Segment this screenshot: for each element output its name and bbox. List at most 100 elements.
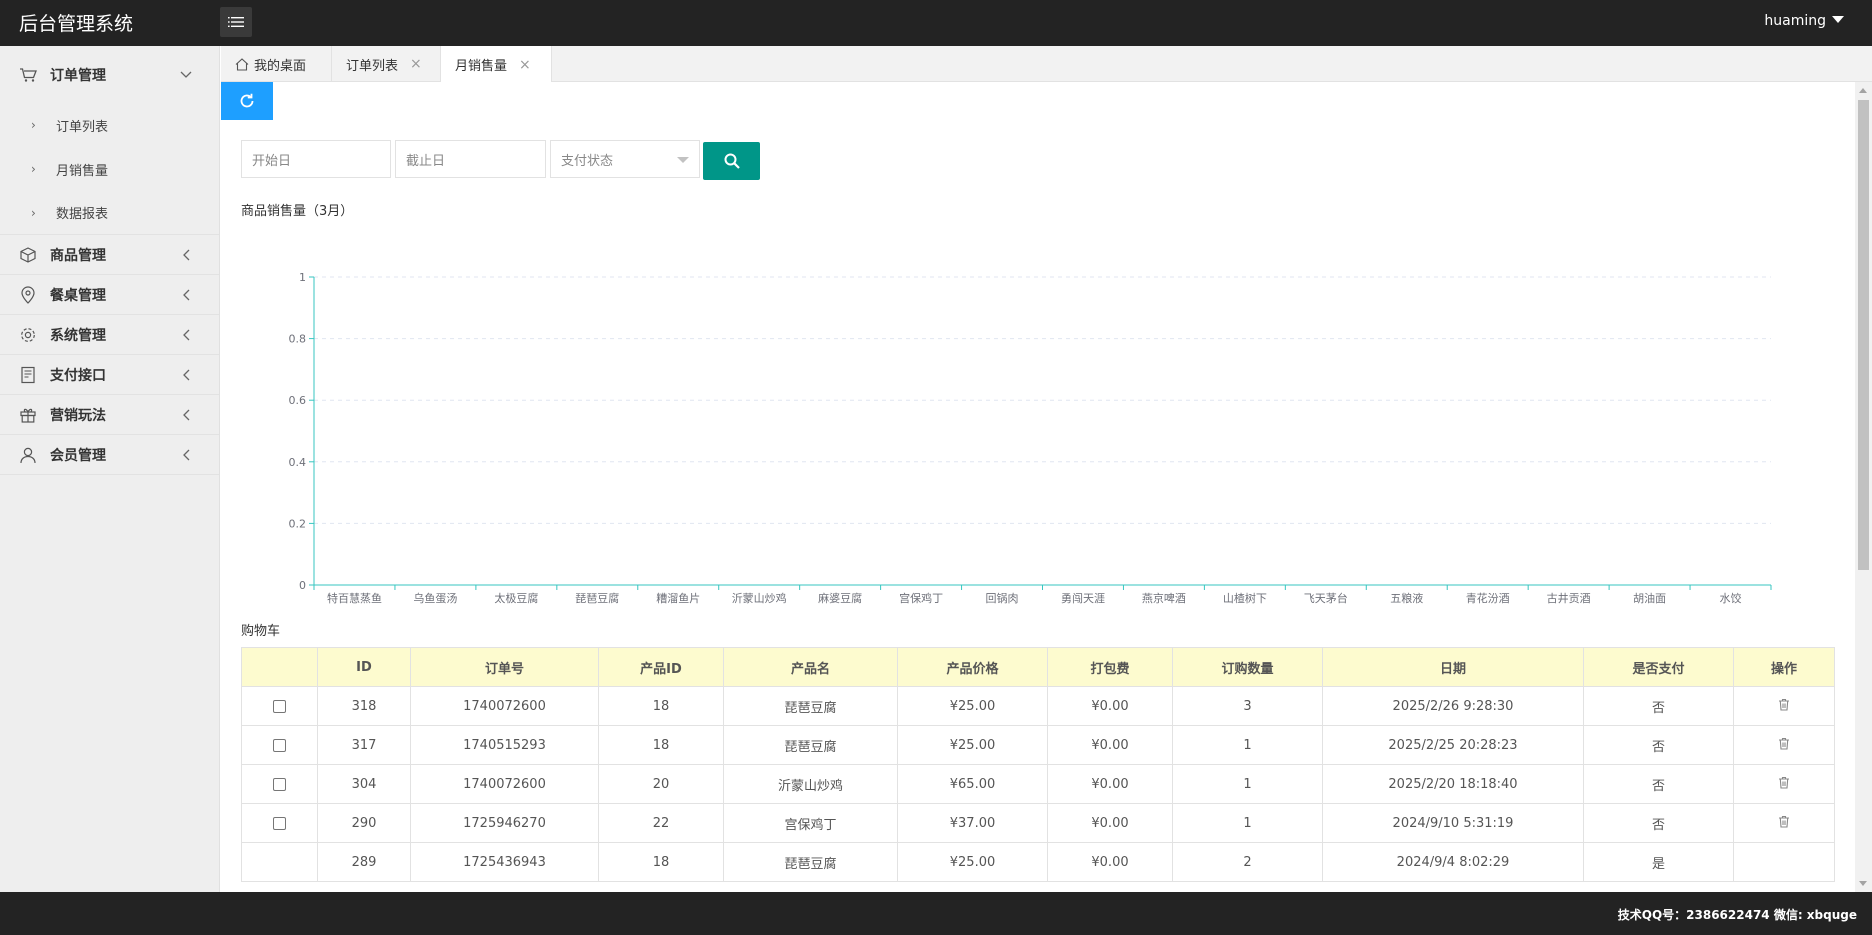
sidebar-group-tables[interactable]: 餐桌管理 [0,275,219,315]
x-tick-label: 乌鱼蛋汤 [413,591,457,605]
cell-actions [1733,725,1835,765]
caret-down-icon [1832,16,1844,23]
sidebar-group-orders[interactable]: 订单管理 [0,46,219,103]
sidebar-group-payment[interactable]: 支付接口 [0,355,219,395]
table-row[interactable]: 290 1725946270 22 宫保鸡丁 ¥37.00 ¥0.00 1 2024/9/10… [241,803,1835,843]
cell-qty: 3 [1172,686,1323,726]
sidebar-group-marketing[interactable]: 营销玩法 [0,395,219,435]
y-tick-label: 0.6 [289,394,307,407]
cell-paid: 否 [1583,764,1734,804]
x-tick-label: 胡油面 [1633,591,1666,605]
menu-toggle-button[interactable] [220,7,252,37]
cell-price: ¥25.00 [897,725,1048,765]
tab-order-list[interactable]: 订单列表 × [332,46,441,82]
trash-icon[interactable] [1778,776,1790,789]
scroll-up-arrow-icon[interactable] [1859,88,1867,93]
cell-price: ¥37.00 [897,803,1048,843]
chevron-left-icon [179,408,193,422]
tab-label: 我的桌面 [254,58,307,74]
main-content: 开始日 截止日 支付状态 商品销售量（3月） 0 0.2 0.4 0.6 0.8 1 特百慧… [221,82,1855,892]
gift-icon [19,406,37,424]
cell-product-name: 宫保鸡丁 [723,803,898,843]
row-select-cell [241,842,318,882]
vertical-scrollbar[interactable] [1855,82,1872,892]
column-header: 订购数量 [1172,647,1323,687]
cell-order-no: 1725436943 [410,842,599,882]
row-checkbox[interactable] [273,777,286,791]
row-checkbox[interactable] [273,738,286,752]
sidebar-group-label: 系统管理 [50,327,106,344]
row-checkbox[interactable] [273,699,286,713]
column-header: 打包费 [1047,647,1173,687]
tab-monthly-sales[interactable]: 月销售量 × [441,46,552,83]
trash-icon[interactable] [1778,815,1790,828]
top-bar: 后台管理系统 huaming [0,0,1872,46]
x-tick-label: 太极豆腐 [494,591,538,605]
cell-product-id: 22 [598,803,724,843]
close-icon[interactable]: × [519,57,531,73]
cell-actions [1733,764,1835,804]
scroll-down-arrow-icon[interactable] [1859,881,1867,886]
cell-order-no: 1740515293 [410,725,599,765]
row-select-cell [241,725,318,765]
sidebar-group-label: 支付接口 [50,367,106,384]
table-row[interactable]: 317 1740515293 18 琵琶豆腐 ¥25.00 ¥0.00 1 2025/2/25… [241,725,1835,765]
cashier-icon [19,366,37,384]
x-tick-label: 麻婆豆腐 [818,591,862,605]
x-tick-label: 水饺 [1720,591,1742,605]
cell-product-id: 18 [598,686,724,726]
x-tick-label: 特百慧蒸鱼 [327,591,382,605]
column-header: 操作 [1733,647,1835,687]
sidebar-group-system[interactable]: 系统管理 [0,315,219,355]
cell-id: 304 [317,764,411,804]
cell-order-no: 1740072600 [410,764,599,804]
table-row[interactable]: 318 1740072600 18 琵琶豆腐 ¥25.00 ¥0.00 3 2025/2/26… [241,686,1835,726]
chevron-right-icon: › [31,118,36,132]
cell-paid: 否 [1583,803,1734,843]
cell-price: ¥65.00 [897,764,1048,804]
location-pin-icon [19,285,37,304]
cell-date: 2024/9/10 5:31:19 [1322,803,1584,843]
user-icon [19,446,37,464]
x-tick-label: 燕京啤酒 [1142,591,1186,605]
sidebar-group-members[interactable]: 会员管理 [0,435,219,475]
cell-product-name: 琵琶豆腐 [723,842,898,882]
sidebar-group-label: 会员管理 [50,447,106,464]
chevron-right-icon: › [31,205,36,220]
tab-desktop[interactable]: 我的桌面 [221,46,332,82]
y-tick-label: 0.2 [289,517,307,530]
cell-product-name: 沂蒙山炒鸡 [723,764,898,804]
app-title: 后台管理系统 [19,13,134,35]
sidebar-item-monthly-sales[interactable]: › 月销售量 [0,147,219,191]
hamburger-icon [228,17,244,27]
cell-date: 2024/9/4 8:02:29 [1322,842,1584,882]
x-tick-label: 古井贡酒 [1547,591,1591,605]
sidebar-item-label: 月销售量 [56,163,109,179]
cell-packing-fee: ¥0.00 [1047,764,1173,804]
close-icon[interactable]: × [410,56,422,72]
sales-chart: 0 0.2 0.4 0.6 0.8 1 特百慧蒸鱼 乌鱼蛋汤 太极豆腐 琵琶豆腐 糟溜鱼片 沂蒙山炒鸡… [289,271,1772,605]
table-row[interactable]: 289 1725436943 18 琵琶豆腐 ¥25.00 ¥0.00 2 2024/9/4 … [241,842,1835,882]
sidebar-item-order-list[interactable]: › 订单列表 [0,103,219,147]
sidebar-group-products[interactable]: 商品管理 [0,235,219,275]
y-tick-label: 0.4 [289,456,307,469]
cell-product-name: 琵琶豆腐 [723,686,898,726]
trash-icon[interactable] [1778,737,1790,750]
cell-paid: 是 [1583,842,1734,882]
tab-label: 月销售量 [455,59,508,74]
table-row[interactable]: 304 1740072600 20 沂蒙山炒鸡 ¥65.00 ¥0.00 1 2025/2/2… [241,764,1835,804]
chevron-left-icon [179,248,193,262]
x-tick-label: 青花汾酒 [1466,592,1510,605]
trash-icon[interactable] [1778,698,1790,711]
scrollbar-thumb[interactable] [1858,100,1869,570]
sidebar-item-label: 数据报表 [56,207,109,222]
x-tick-label: 飞天茅台 [1304,591,1348,605]
tab-bar: 我的桌面 订单列表 × 月销售量 × [221,46,1872,83]
cell-product-id: 18 [598,725,724,765]
sidebar-item-data-report[interactable]: › 数据报表 [0,191,219,235]
user-menu[interactable]: huaming [1764,13,1844,29]
row-checkbox[interactable] [273,816,286,830]
cell-product-name: 琵琶豆腐 [723,725,898,765]
x-tick-label: 琵琶豆腐 [575,591,619,605]
x-tick-label: 沂蒙山炒鸡 [732,591,787,605]
